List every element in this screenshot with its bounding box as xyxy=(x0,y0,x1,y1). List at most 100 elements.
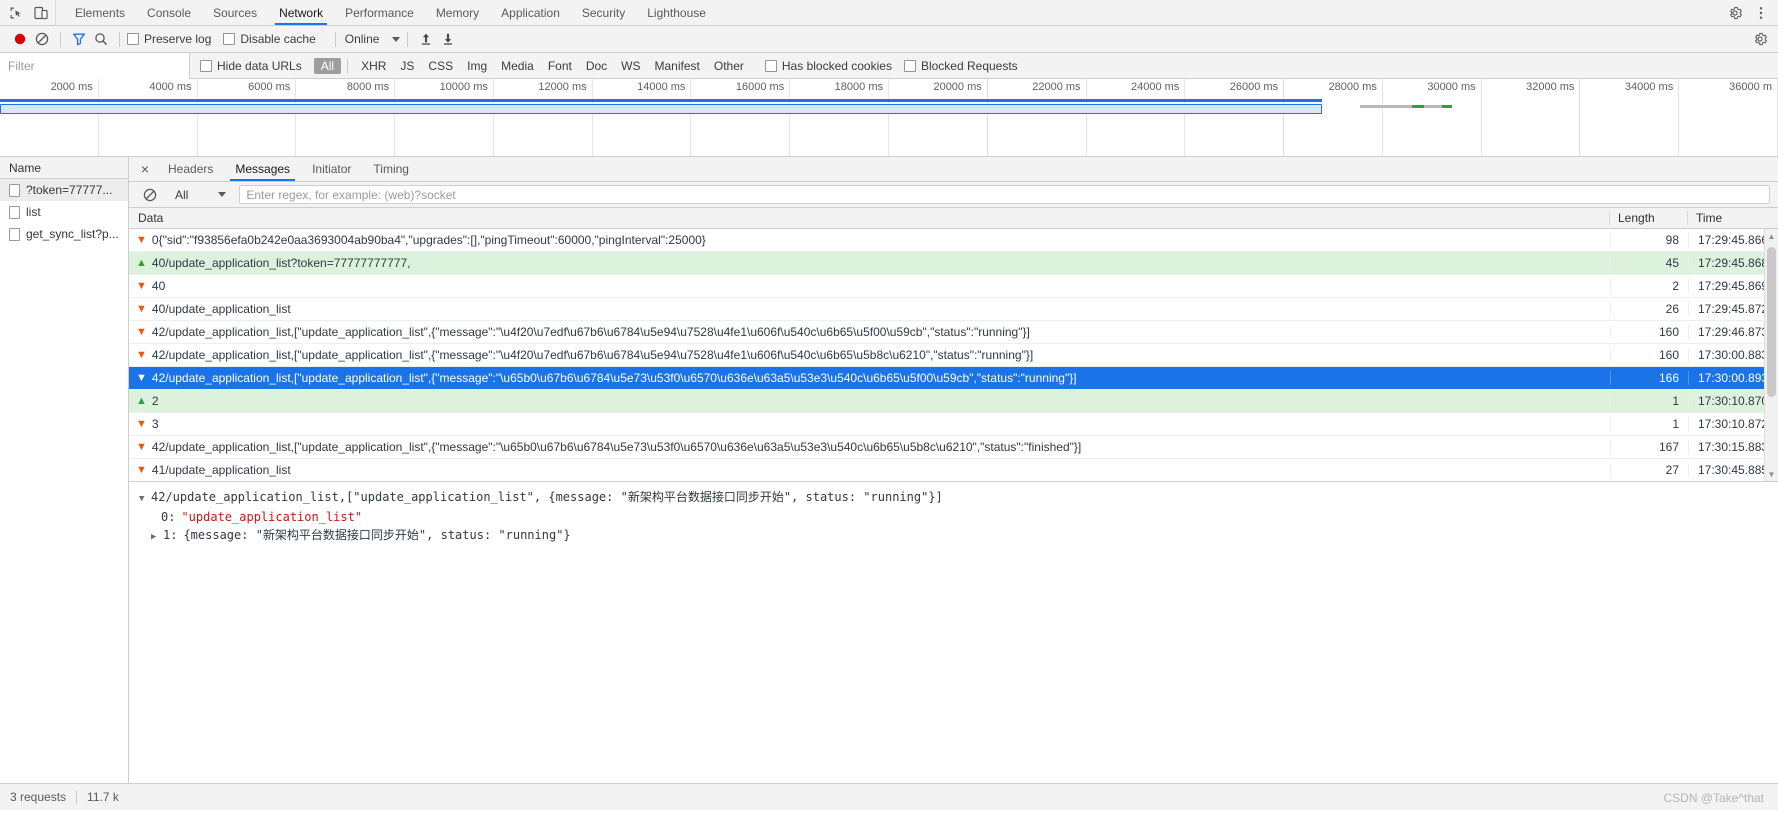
toolbar-divider-4 xyxy=(407,31,409,47)
filter-button[interactable] xyxy=(68,28,90,50)
message-data-text: 42/update_application_list,["update_appl… xyxy=(151,348,1034,362)
more-options-icon[interactable] xyxy=(1753,5,1769,21)
scroll-up-icon[interactable]: ▲ xyxy=(1765,229,1778,243)
timeline-tick: 30000 ms xyxy=(1383,79,1482,156)
scroll-down-icon[interactable]: ▼ xyxy=(1765,467,1778,481)
network-overview-timeline[interactable]: 2000 ms 4000 ms 6000 ms 8000 ms 10000 ms 1200… xyxy=(0,79,1778,157)
devtools-tabbar-actions xyxy=(1727,0,1778,25)
request-item-token[interactable]: ?token=77777... xyxy=(0,179,128,201)
preview-item-1[interactable]: ▶ 1: {message: "新架构平台数据接口同步开始", status: … xyxy=(139,526,1778,546)
message-row[interactable]: ▼ 40/update_application_list 26 17:29:45.87… xyxy=(129,298,1778,321)
export-har-button[interactable] xyxy=(437,28,459,50)
network-toolbar: Preserve log Disable cache Online xyxy=(0,26,1778,53)
message-length-cell: 160 xyxy=(1610,325,1688,339)
chevron-down-icon xyxy=(218,192,227,197)
preview-root-line[interactable]: ▼ 42/update_application_list,["update_ap… xyxy=(139,488,1778,508)
messages-table-header: Data Length Time xyxy=(129,208,1778,229)
message-length-cell: 98 xyxy=(1610,233,1688,247)
type-filter-js[interactable]: JS xyxy=(393,58,421,74)
requests-list: ?token=77777... list get_sync_list?p... xyxy=(0,179,128,783)
message-row[interactable]: ▼ 0{"sid":"f93856efa0b242e0aa3693004ab90b… xyxy=(129,229,1778,252)
timeline-tick-label: 36000 m xyxy=(1729,81,1772,93)
tab-timing[interactable]: Timing xyxy=(362,157,420,181)
message-row[interactable]: ▼ 42/update_application_list,["update_app… xyxy=(129,344,1778,367)
type-filter-doc[interactable]: Doc xyxy=(579,58,614,74)
column-header-time[interactable]: Time xyxy=(1688,211,1778,225)
tab-console[interactable]: Console xyxy=(136,0,202,25)
message-row[interactable]: ▼ 42/update_application_list,["update_app… xyxy=(129,367,1778,390)
tab-elements[interactable]: Elements xyxy=(64,0,136,25)
type-filter-img[interactable]: Img xyxy=(460,58,494,74)
devtools-tabs: Elements Console Sources Network Perform… xyxy=(56,0,717,25)
type-filter-css[interactable]: CSS xyxy=(421,58,460,74)
column-header-length[interactable]: Length xyxy=(1610,211,1688,225)
tab-application[interactable]: Application xyxy=(490,0,571,25)
request-item-get-sync-list[interactable]: get_sync_list?p... xyxy=(0,223,128,245)
network-settings-gear-icon[interactable] xyxy=(1752,31,1768,47)
search-button[interactable] xyxy=(90,28,112,50)
message-row[interactable]: ▲ 40/update_application_list?token=777777… xyxy=(129,252,1778,275)
network-status-bar: 3 requests 11.7 k CSDN @Take^that xyxy=(0,783,1778,810)
type-filter-media[interactable]: Media xyxy=(494,58,541,74)
preserve-log-checkbox[interactable]: Preserve log xyxy=(127,32,211,46)
timeline-tick-label: 4000 ms xyxy=(149,81,192,93)
tab-lighthouse[interactable]: Lighthouse xyxy=(636,0,717,25)
timeline-tick-label: 6000 ms xyxy=(248,81,291,93)
message-row[interactable]: ▼ 3 1 17:30:10.872 xyxy=(129,413,1778,436)
messages-type-select[interactable]: All xyxy=(175,187,227,202)
filter-input[interactable] xyxy=(0,52,190,79)
type-filter-ws[interactable]: WS xyxy=(614,58,647,74)
record-button[interactable] xyxy=(9,28,31,50)
disable-cache-checkbox[interactable]: Disable cache xyxy=(223,32,316,46)
message-length-cell: 1 xyxy=(1610,394,1688,408)
inspect-element-icon[interactable] xyxy=(8,5,24,21)
message-length-cell: 166 xyxy=(1610,371,1688,385)
tab-memory[interactable]: Memory xyxy=(425,0,490,25)
blocked-requests-checkbox[interactable]: Blocked Requests xyxy=(903,59,1018,73)
requests-name-header: Name xyxy=(0,157,128,179)
network-toolbar-right xyxy=(1752,31,1772,47)
close-icon[interactable]: × xyxy=(133,157,157,181)
type-filter-manifest[interactable]: Manifest xyxy=(648,58,707,74)
settings-gear-icon[interactable] xyxy=(1727,5,1743,21)
type-filter-other[interactable]: Other xyxy=(707,58,751,74)
expand-icon[interactable]: ▶ xyxy=(151,528,163,546)
message-data-text: 0{"sid":"f93856efa0b242e0aa3693004ab90ba… xyxy=(151,233,706,247)
clear-messages-button[interactable] xyxy=(139,184,161,206)
timeline-tick: 12000 ms xyxy=(494,79,593,156)
message-data-cell: ▼ 3 xyxy=(129,417,1610,431)
tab-performance[interactable]: Performance xyxy=(334,0,425,25)
message-row[interactable]: ▼ 42/update_application_list,["update_app… xyxy=(129,321,1778,344)
throttling-select[interactable]: Online xyxy=(343,32,401,46)
message-row[interactable]: ▲ 2 1 17:30:10.870 xyxy=(129,390,1778,413)
tab-messages[interactable]: Messages xyxy=(224,157,301,181)
tab-headers[interactable]: Headers xyxy=(157,157,224,181)
column-header-data[interactable]: Data xyxy=(129,211,1610,225)
clear-button[interactable] xyxy=(31,28,53,50)
sent-arrow-icon: ▲ xyxy=(136,256,147,269)
device-toolbar-icon[interactable] xyxy=(33,5,49,21)
message-row[interactable]: ▼ 40 2 17:29:45.869 xyxy=(129,275,1778,298)
request-item-list[interactable]: list xyxy=(0,201,128,223)
expand-collapse-icon[interactable]: ▼ xyxy=(139,490,151,508)
tab-initiator[interactable]: Initiator xyxy=(301,157,362,181)
messages-scrollbar[interactable]: ▲ ▼ xyxy=(1764,229,1778,481)
message-row[interactable]: ▼ 41/update_application_list 27 17:30:45.88… xyxy=(129,459,1778,481)
messages-regex-input[interactable] xyxy=(239,185,1770,204)
messages-table-body[interactable]: ▼ 0{"sid":"f93856efa0b242e0aa3693004ab90b… xyxy=(129,229,1778,482)
scrollbar-thumb[interactable] xyxy=(1767,247,1776,397)
type-filter-all[interactable]: All xyxy=(313,57,342,74)
tab-sources[interactable]: Sources xyxy=(202,0,268,25)
timeline-tick-label: 2000 ms xyxy=(50,81,93,93)
message-row[interactable]: ▼ 42/update_application_list,["update_app… xyxy=(129,436,1778,459)
type-filter-xhr[interactable]: XHR xyxy=(354,58,393,74)
hide-data-urls-checkbox[interactable]: Hide data URLs xyxy=(200,59,302,73)
tab-network[interactable]: Network xyxy=(268,0,334,25)
import-har-button[interactable] xyxy=(415,28,437,50)
message-data-cell: ▼ 42/update_application_list,["update_app… xyxy=(129,325,1610,339)
type-filter-font[interactable]: Font xyxy=(541,58,579,74)
timeline-tick: 20000 ms xyxy=(889,79,988,156)
messages-type-value: All xyxy=(175,187,189,202)
tab-security[interactable]: Security xyxy=(571,0,636,25)
has-blocked-cookies-checkbox[interactable]: Has blocked cookies xyxy=(764,59,892,73)
